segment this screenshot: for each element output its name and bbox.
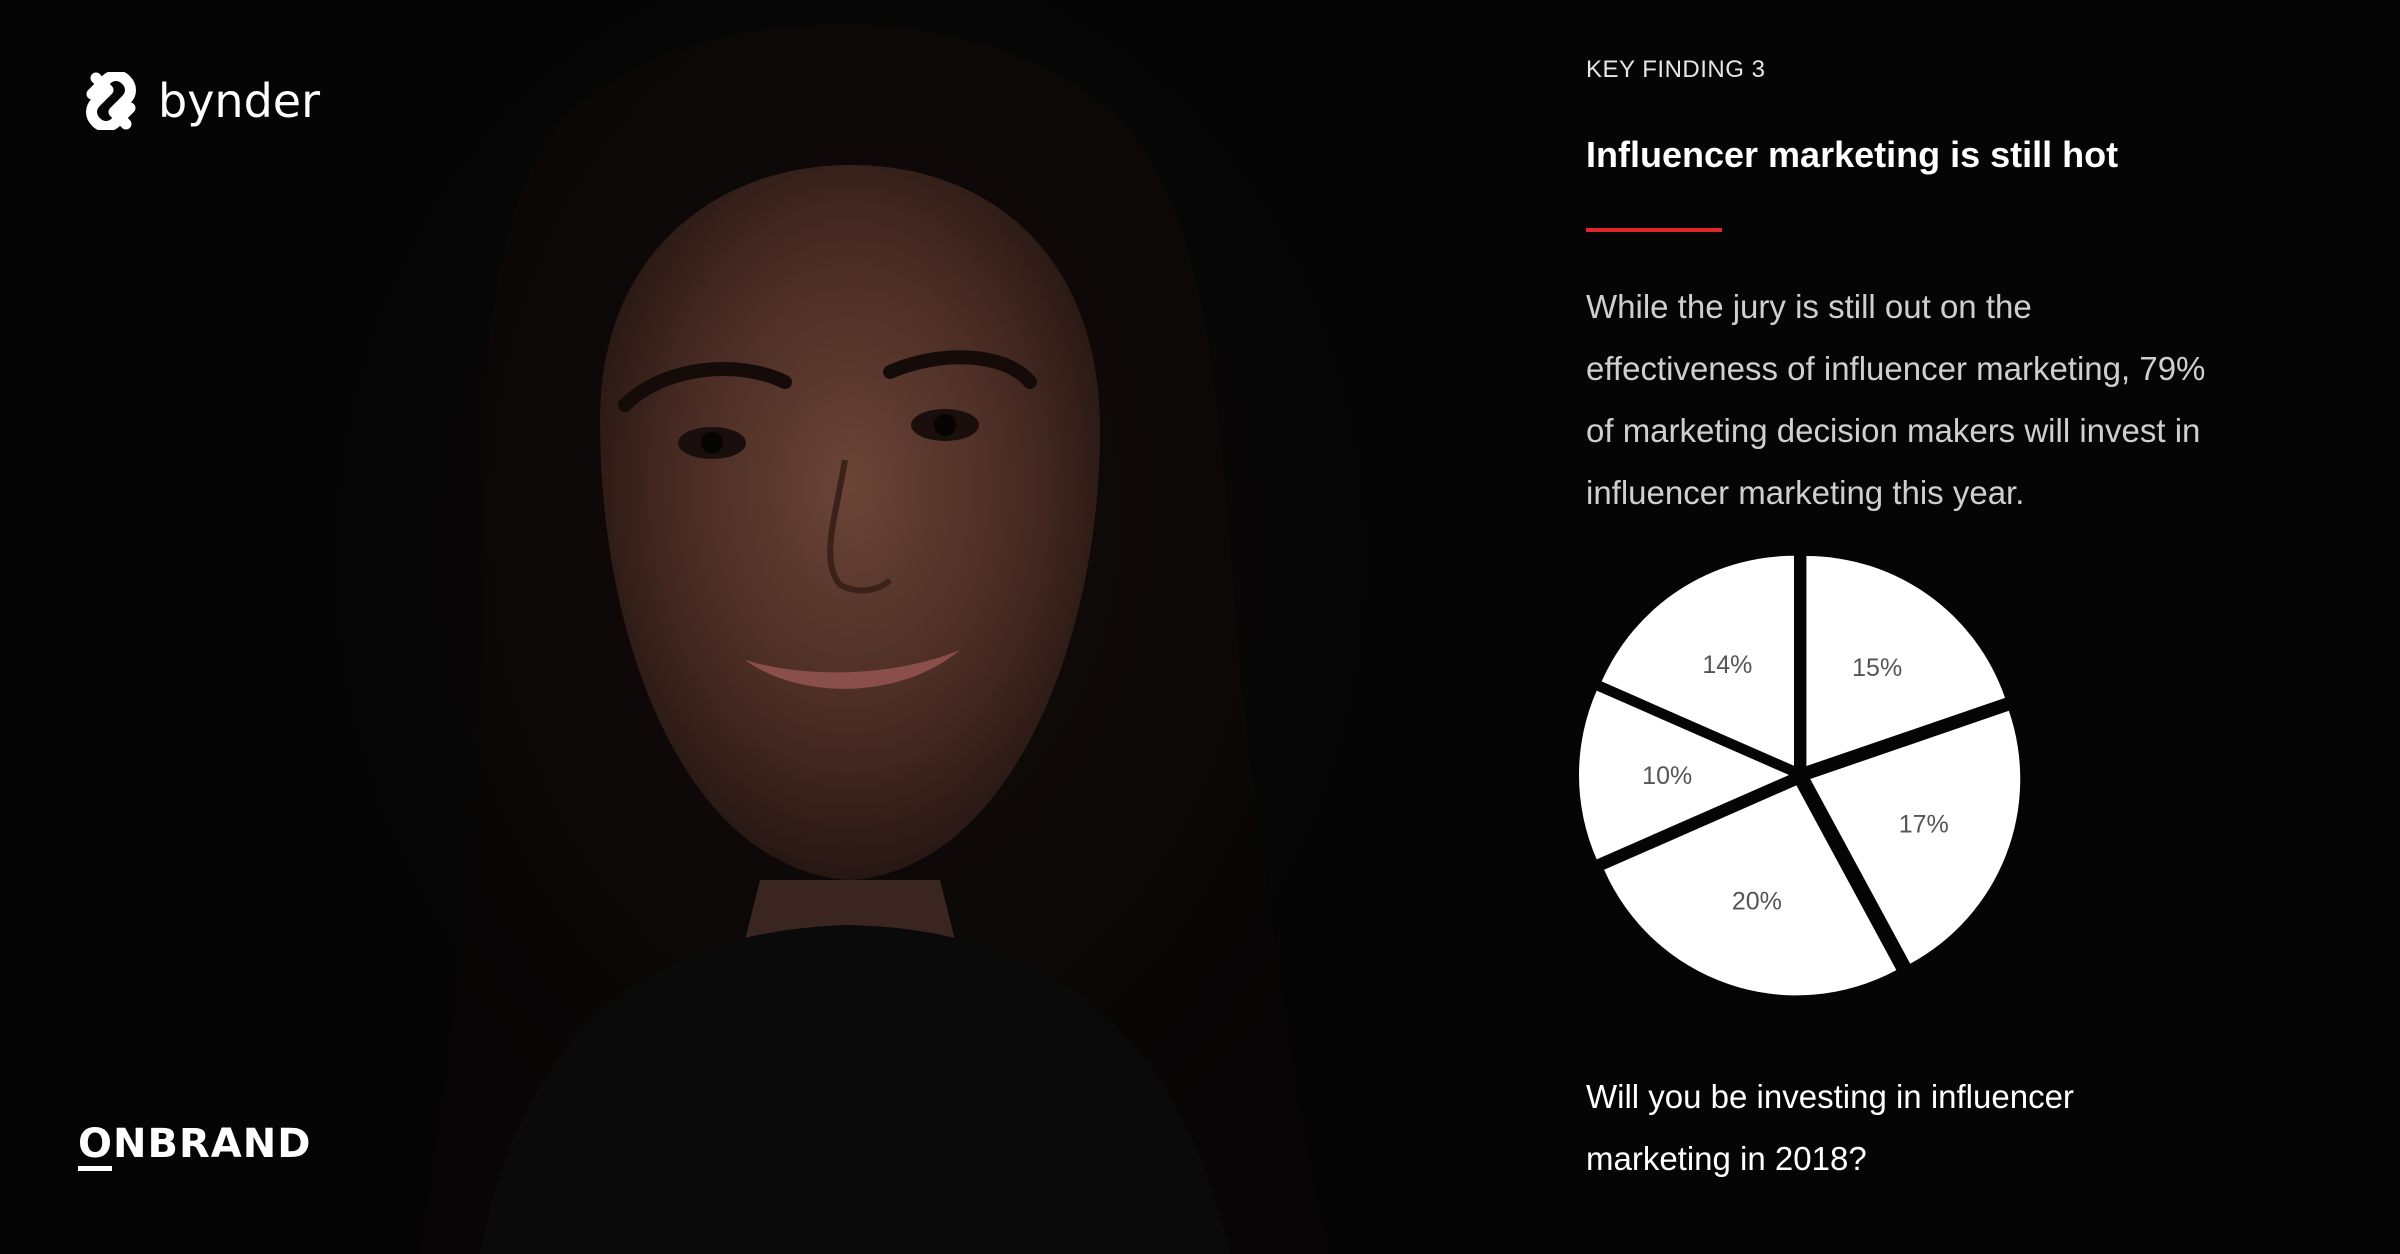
finding-kicker: KEY FINDING 3 — [1586, 56, 1766, 83]
pie-slice-label: 20% — [1732, 888, 1782, 916]
pie-slice-label: 17% — [1899, 810, 1949, 838]
pie-chart-svg: 15% 17% 20% 10% 14% — [1579, 555, 2021, 996]
pie-chart: 15% 17% 20% 10% 14% — [1570, 545, 2030, 1005]
onbrand-wordmark: ONBRAND — [78, 1121, 312, 1167]
bynder-wordmark: bynder — [158, 74, 320, 128]
finding-heading: Influencer marketing is still hot — [1586, 134, 2119, 175]
finding-panel: KEY FINDING 3 Influencer marketing is st… — [1579, 0, 2346, 1254]
accent-divider — [1586, 228, 1722, 232]
portrait-photo — [0, 0, 1500, 1254]
pie-slice-label: 14% — [1702, 651, 1752, 679]
pie-slice-label: 10% — [1642, 762, 1692, 790]
onbrand-logo: ONBRAND — [78, 1121, 312, 1171]
finding-body: While the jury is still out on the effec… — [1586, 288, 2206, 511]
survey-question: Will you be investing in influencer mark… — [1586, 1078, 2074, 1177]
onbrand-underline — [78, 1166, 112, 1171]
portrait-illustration — [420, 23, 1330, 1254]
bynder-mark-icon — [86, 72, 136, 130]
bynder-logo: bynder — [78, 72, 320, 130]
pie-slice-label: 15% — [1852, 654, 1902, 682]
